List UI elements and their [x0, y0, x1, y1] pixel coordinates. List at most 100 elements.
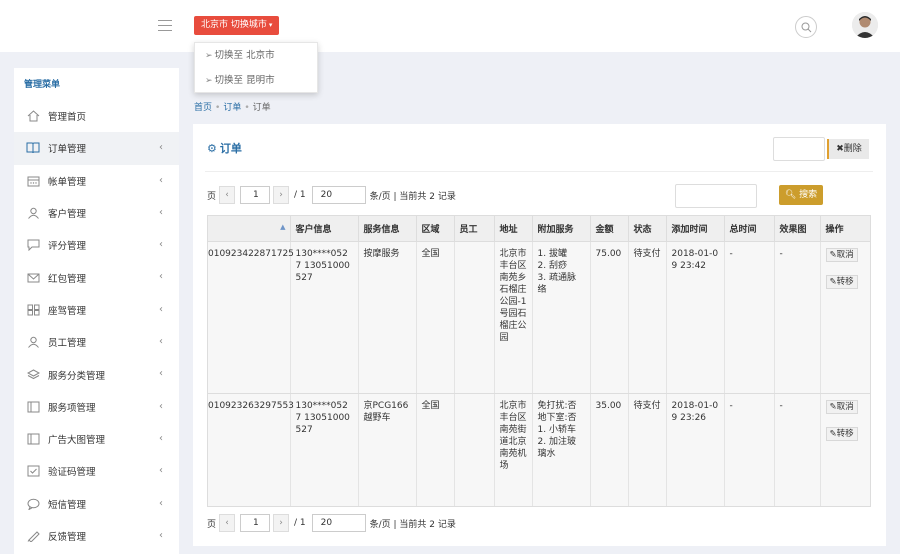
- column-header-2: 服务信息: [358, 216, 417, 242]
- sidebar-item-7[interactable]: 员工管理 ‹: [14, 326, 179, 358]
- delete-button[interactable]: ✖删除: [827, 139, 869, 159]
- global-search-icon[interactable]: [795, 16, 817, 38]
- divider: [205, 171, 873, 172]
- cell-actions: ✎取消 ✎转移: [820, 393, 870, 506]
- prev-page-button[interactable]: ‹: [219, 186, 236, 204]
- cell-total-time: -: [724, 393, 775, 506]
- switch-city-button[interactable]: 北京市 切换城市 ▾: [194, 16, 280, 35]
- chevron-left-icon: ‹: [159, 529, 163, 541]
- calendar-icon: [26, 174, 40, 188]
- search-button[interactable]: 🔍︎ 搜索: [779, 185, 823, 205]
- search-input[interactable]: [675, 184, 757, 208]
- transfer-order-button[interactable]: ✎转移: [825, 426, 858, 441]
- pencil-icon: ✎: [829, 249, 837, 260]
- page-number-input[interactable]: 1: [240, 186, 271, 204]
- delete-id-input[interactable]: [773, 137, 825, 161]
- chevron-left-icon: ‹: [159, 142, 163, 154]
- chevron-left-icon: ‹: [159, 400, 163, 412]
- prev-page-button[interactable]: ‹: [219, 514, 236, 532]
- cell-order-id: 010923422871725: [208, 241, 294, 394]
- sidebar-item-label: 管理首页: [48, 112, 87, 124]
- sidebar-item-label: 座驾管理: [48, 305, 87, 317]
- chevron-left-icon: ‹: [159, 465, 163, 477]
- sidebar-item-11[interactable]: 验证码管理 ‹: [14, 455, 179, 487]
- orders-panel: ⚙ 订单 ✖删除 页 ‹ 1 › / 1 20 条/页 | 当前共 2 记录 🔍︎…: [193, 124, 886, 546]
- column-header-0[interactable]: ▲: [208, 216, 291, 242]
- cell-effect: -: [774, 393, 821, 506]
- sidebar-item-12[interactable]: 短信管理 ‹: [14, 488, 179, 520]
- cell-amount: 75.00: [590, 241, 629, 394]
- cell-extra: 免打扰:否 地下室:否 1. 小轿车 2. 加注玻璃水: [532, 393, 591, 506]
- cell-customer: 130****0527 13051000527: [290, 393, 359, 506]
- column-header-10: 总时间: [724, 216, 775, 242]
- book-icon: [26, 141, 40, 155]
- record-info: 条/页 | 当前共 2 记录: [369, 191, 456, 202]
- breadcrumb-home[interactable]: 首页: [194, 103, 212, 113]
- sidebar-title: 管理菜单: [24, 80, 61, 90]
- column-header-1: 客户信息: [290, 216, 359, 242]
- chevron-left-icon: ‹: [159, 303, 163, 315]
- city-option-kunming[interactable]: ➢ 切换至 昆明市: [195, 68, 317, 93]
- sidebar: 管理菜单 管理首页 订单管理 ‹ 帐单管理 ‹ 客户管理 ‹ 评分管理 ‹ 红包管理 ‹ 座驾管理 ‹ 员…: [14, 68, 179, 554]
- transfer-order-button[interactable]: ✎转移: [825, 274, 858, 289]
- column-header-8: 状态: [628, 216, 667, 242]
- sidebar-item-label: 客户管理: [48, 209, 87, 221]
- sidebar-item-4[interactable]: 评分管理 ‹: [14, 229, 179, 261]
- page-number-input[interactable]: 1: [240, 514, 271, 532]
- column-header-6: 附加服务: [532, 216, 591, 242]
- breadcrumb-orders[interactable]: 订单: [223, 103, 241, 113]
- menu-toggle-icon[interactable]: [158, 20, 172, 31]
- sidebar-item-10[interactable]: 广告大图管理 ‹: [14, 423, 179, 455]
- page-size-input[interactable]: 20: [311, 186, 366, 204]
- table-row: 010923263297553 130****0527 13051000527 京P…: [208, 393, 870, 506]
- sidebar-item-label: 广告大图管理: [48, 435, 106, 447]
- sidebar-item-9[interactable]: 服务项管理 ‹: [14, 391, 179, 423]
- sidebar-item-2[interactable]: 帐单管理 ‹: [14, 165, 179, 197]
- user-icon: [26, 335, 40, 349]
- cancel-order-button[interactable]: ✎取消: [825, 399, 858, 414]
- chevron-left-icon: ‹: [159, 206, 163, 218]
- cell-actions: ✎取消 ✎转移: [820, 241, 870, 394]
- breadcrumb-current: 订单: [252, 103, 271, 113]
- location-arrow-icon: ➢: [205, 76, 213, 86]
- list-icon: [26, 400, 40, 414]
- user-avatar[interactable]: [852, 12, 878, 38]
- cell-added: 2018-01-09 23:26: [666, 393, 725, 506]
- cell-total-time: -: [724, 241, 775, 394]
- chevron-left-icon: ‹: [159, 497, 163, 509]
- sidebar-item-1[interactable]: 订单管理 ‹: [14, 132, 179, 165]
- close-icon: ✖: [836, 144, 844, 154]
- chat-icon: [26, 497, 40, 511]
- next-page-button[interactable]: ›: [273, 514, 290, 532]
- sidebar-item-0[interactable]: 管理首页: [14, 100, 179, 132]
- search-icon: 🔍︎: [784, 190, 797, 200]
- cell-added: 2018-01-09 23:42: [666, 241, 725, 394]
- sidebar-item-label: 验证码管理: [48, 467, 96, 479]
- gear-icon: ⚙: [207, 142, 217, 155]
- cell-staff: [454, 241, 495, 394]
- cancel-order-button[interactable]: ✎取消: [825, 247, 858, 262]
- sidebar-item-13[interactable]: 反馈管理 ‹: [14, 520, 179, 552]
- city-option-beijing[interactable]: ➢ 切换至 北京市: [195, 43, 317, 68]
- column-header-11: 效果图: [774, 216, 821, 242]
- envelope-icon: [26, 271, 40, 285]
- sidebar-item-6[interactable]: 座驾管理 ‹: [14, 294, 179, 326]
- comment-icon: [26, 238, 40, 252]
- cell-status: 待支付: [628, 241, 667, 394]
- page-size-input[interactable]: 20: [311, 514, 366, 532]
- record-info: 条/页 | 当前共 2 记录: [369, 519, 456, 530]
- cell-extra: 1. 拔罐 2. 刮痧 3. 疏通脉络: [532, 241, 591, 394]
- cell-staff: [454, 393, 495, 506]
- next-page-button[interactable]: ›: [273, 186, 290, 204]
- list-icon: [26, 432, 40, 446]
- chevron-left-icon: ‹: [159, 239, 163, 251]
- sidebar-item-label: 红包管理: [48, 273, 87, 285]
- pager-top: 页 ‹ 1 › / 1 20 条/页 | 当前共 2 记录: [207, 185, 456, 205]
- cell-region: 全国: [416, 241, 455, 394]
- panel-title: ⚙ 订单: [207, 142, 242, 155]
- sidebar-item-3[interactable]: 客户管理 ‹: [14, 197, 179, 229]
- cell-order-id: 010923263297553: [208, 393, 294, 506]
- sidebar-item-8[interactable]: 服务分类管理 ‹: [14, 358, 179, 390]
- sidebar-item-label: 评分管理: [48, 241, 87, 253]
- sidebar-item-5[interactable]: 红包管理 ‹: [14, 261, 179, 293]
